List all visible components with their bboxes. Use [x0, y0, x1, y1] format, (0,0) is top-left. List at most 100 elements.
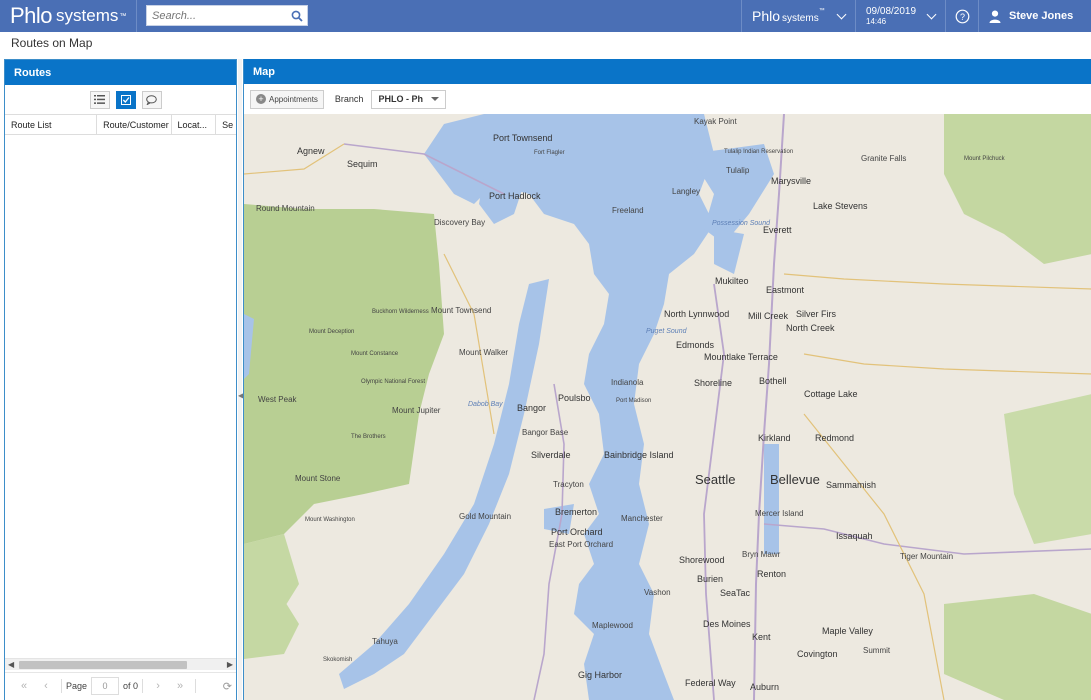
- chat-bubble-icon: [146, 94, 157, 105]
- refresh-icon[interactable]: ⟳: [223, 680, 232, 693]
- brand-selector-tm: ™: [818, 8, 825, 14]
- map-place-label: Mountlake Terrace: [704, 352, 778, 362]
- chevron-down-icon: [836, 9, 847, 19]
- search-box: [146, 5, 308, 26]
- map-place-label: Port Hadlock: [489, 191, 541, 201]
- map-place-label: Sequim: [347, 159, 378, 169]
- appointments-button[interactable]: + Appointments: [250, 89, 324, 109]
- map-place-label: Tahuya: [372, 637, 398, 646]
- map-place-label: Bryn Mawr: [742, 550, 781, 559]
- map-background: [244, 114, 1091, 700]
- map-place-label: Maple Valley: [822, 626, 873, 636]
- checklist-view-button[interactable]: [115, 90, 136, 109]
- map-place-label: Shorewood: [679, 555, 725, 565]
- map-place-label: Mount Townsend: [431, 306, 492, 315]
- map-place-label: Tracyton: [553, 480, 584, 489]
- brand-logo[interactable]: Phlo systems ™: [0, 0, 137, 32]
- map-place-label: Mercer Island: [755, 509, 804, 518]
- brand-selector[interactable]: Phlo systems™: [741, 0, 855, 32]
- map-place-label: Buckhorn Wilderness: [372, 309, 429, 315]
- map-place-label: Skokomish: [323, 657, 353, 663]
- branch-label: Branch: [334, 94, 364, 104]
- column-header-route-customer[interactable]: Route/Customer: [97, 115, 172, 134]
- list-view-button[interactable]: [89, 90, 110, 109]
- map-place-label: Kayak Point: [694, 117, 737, 126]
- user-menu[interactable]: Steve Jones: [978, 0, 1091, 32]
- search-input[interactable]: [147, 6, 287, 25]
- map-place-label: Mill Creek: [748, 311, 789, 321]
- map-place-label: Gig Harbor: [578, 670, 623, 680]
- chevron-down-icon: [926, 9, 937, 19]
- column-header-sequence[interactable]: Se: [216, 115, 236, 134]
- brand-selector-name: Phlo: [752, 8, 781, 24]
- map-place-label: Possession Sound: [712, 220, 770, 227]
- map-place-label: Shoreline: [694, 378, 733, 388]
- page-count: of 0: [123, 681, 139, 691]
- map-canvas[interactable]: Port Townsend Kayak Point Fort Flagler Agne…: [244, 114, 1091, 700]
- column-header-route-list[interactable]: Route List: [5, 115, 98, 134]
- map-place-label: Dabob Bay: [468, 401, 503, 408]
- map-place-label: The Brothers: [351, 434, 386, 440]
- map-place-label: Bellevue: [770, 472, 820, 487]
- routes-toolbar: [5, 85, 236, 114]
- map-place-label: Issaquah: [836, 531, 873, 541]
- map-place-label: Gold Mountain: [459, 512, 512, 521]
- map-place-label: Renton: [757, 569, 787, 579]
- scrollbar-thumb[interactable]: [19, 661, 187, 669]
- column-header-location[interactable]: Locat...: [172, 115, 217, 134]
- dropdown-arrow-icon: [431, 97, 440, 101]
- map-place-label: Summit: [863, 646, 891, 655]
- comment-view-button[interactable]: [141, 90, 162, 109]
- map-place-label: Bangor: [517, 403, 547, 413]
- map-place-label: Kent: [752, 632, 771, 642]
- map-place-label: Round Mountain: [256, 204, 315, 213]
- map-place-label: West Peak: [258, 395, 297, 404]
- page-number-input[interactable]: [91, 677, 120, 695]
- date-selector[interactable]: 09/08/2019 14:46: [855, 0, 945, 32]
- horizontal-scrollbar[interactable]: ◀ ▶: [5, 658, 236, 670]
- page-title: Routes on Map: [11, 36, 93, 50]
- scroll-right-icon[interactable]: ▶: [227, 660, 233, 669]
- map-place-label: Bangor Base: [522, 428, 569, 437]
- map-place-label: North Creek: [786, 323, 835, 333]
- map-place-label: Puget Sound: [646, 328, 687, 335]
- map-place-label: Cottage Lake: [804, 389, 858, 399]
- map-place-label: Eastmont: [766, 285, 805, 295]
- routes-pager: « ‹ Page of 0 › » ⟳: [5, 672, 236, 699]
- map-place-label: Federal Way: [685, 678, 736, 688]
- brand-suffix: systems: [56, 6, 119, 25]
- routes-grid-body: [5, 136, 236, 658]
- map-place-label: Agnew: [297, 146, 325, 156]
- map-place-label: Bothell: [759, 376, 787, 386]
- map-place-label: Bainbridge Island: [604, 450, 674, 460]
- checkbox-icon: [120, 94, 131, 105]
- branch-value: PHLO - Ph: [378, 94, 423, 104]
- map-place-label: Mount Pilchuck: [964, 156, 1005, 162]
- svg-text:?: ?: [959, 12, 964, 22]
- brand-selector-suffix: systems: [782, 13, 819, 24]
- map-place-label: Mount Washington: [305, 517, 355, 523]
- help-button[interactable]: ?: [945, 0, 978, 32]
- map-place-label: Poulsbo: [558, 393, 591, 403]
- previous-page-icon[interactable]: ‹: [35, 680, 57, 692]
- map-place-label: Redmond: [815, 433, 855, 443]
- user-icon: [989, 10, 1001, 23]
- scroll-left-icon[interactable]: ◀: [8, 660, 14, 669]
- map-panel: Map + Appointments Branch PHLO - Ph Port…: [243, 59, 1091, 700]
- map-place-label: Mount Constance: [351, 351, 399, 357]
- map-place-label: Freeland: [612, 206, 644, 215]
- routes-panel-title: Routes: [5, 60, 236, 85]
- map-place-label: Burien: [697, 574, 724, 584]
- first-page-icon[interactable]: «: [13, 680, 35, 692]
- next-page-icon[interactable]: ›: [147, 680, 169, 692]
- search-icon[interactable]: [287, 6, 307, 25]
- routes-panel: Routes Route List Route/Customer Locat..…: [4, 59, 237, 700]
- branch-select[interactable]: PHLO - Ph: [371, 89, 447, 109]
- map-panel-title: Map: [244, 59, 1091, 84]
- map-place-label: East Port Orchard: [549, 540, 614, 549]
- map-place-label: Fort Flagler: [534, 150, 565, 156]
- last-page-icon[interactable]: »: [169, 680, 191, 692]
- panel-splitter[interactable]: ◀: [238, 59, 244, 700]
- current-date: 09/08/2019: [866, 5, 917, 17]
- routes-grid-header: Route List Route/Customer Locat... Se: [5, 114, 236, 135]
